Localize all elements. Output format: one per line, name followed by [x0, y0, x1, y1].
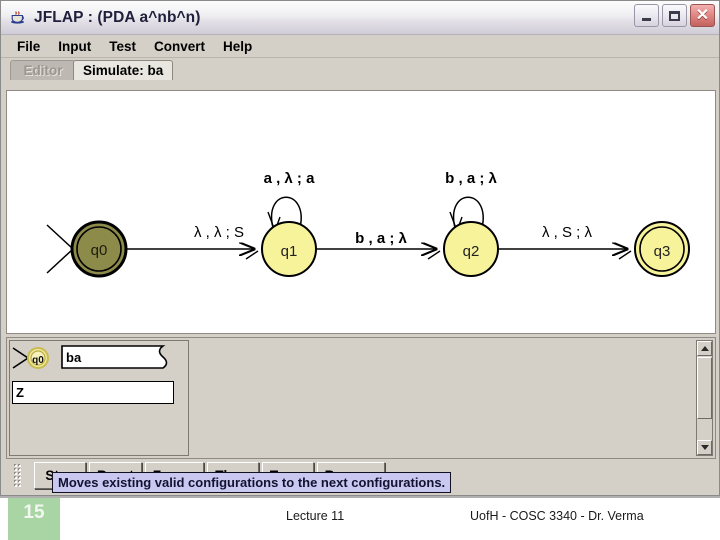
step-button-tooltip: Moves existing valid configurations to t… — [52, 472, 452, 493]
jflap-application-window: JFLAP : (PDA a^nb^n) ✕ File Input Test C… — [0, 0, 720, 496]
transition-q1-q2[interactable] — [312, 249, 441, 260]
close-icon: ✕ — [695, 6, 710, 24]
configuration-list[interactable]: q0 ba Z — [9, 340, 189, 456]
scroll-up-arrow-icon — [700, 346, 709, 351]
configuration-state-icon: q0 — [12, 347, 49, 369]
initial-state-arrow — [46, 224, 75, 274]
close-button[interactable]: ✕ — [690, 4, 715, 27]
minimize-button[interactable] — [634, 4, 659, 27]
java-cup-icon — [9, 9, 27, 27]
state-q2[interactable]: q2 — [443, 221, 499, 277]
configuration-stack: Z — [12, 381, 174, 404]
scroll-down-arrow-icon — [700, 445, 709, 450]
menu-item-file[interactable]: File — [8, 39, 49, 54]
menu-bar: File Input Test Convert Help — [1, 35, 719, 58]
menu-item-convert[interactable]: Convert — [145, 39, 214, 54]
footer-lecture-label: Lecture 11 — [286, 509, 345, 523]
toolbar-drag-handle[interactable] — [13, 463, 22, 488]
maximize-icon — [663, 5, 686, 26]
state-label-q3: q3 — [654, 243, 671, 260]
scrollbar-thumb[interactable] — [697, 357, 712, 419]
state-q3[interactable]: q3 — [634, 221, 690, 277]
automaton-canvas[interactable]: q0 q1 q2 q3 λ , λ ; S a , λ ; a b , a ; … — [6, 90, 716, 334]
configuration-state-label: q0 — [32, 355, 44, 366]
state-label-q0: q0 — [91, 242, 108, 259]
footer-divider — [0, 496, 720, 498]
tab-simulate[interactable]: Simulate: ba — [73, 60, 174, 80]
menu-item-input[interactable]: Input — [49, 39, 100, 54]
slide-footer: 15 Lecture 11 UofH - COSC 3340 - Dr. Ver… — [0, 496, 720, 540]
transition-q2-q3[interactable] — [494, 249, 632, 260]
menu-item-test[interactable]: Test — [100, 39, 145, 54]
tab-editor[interactable]: Editor — [10, 60, 76, 80]
transition-label-q1-self: a , λ ; a — [264, 170, 316, 187]
maximize-button[interactable] — [662, 4, 687, 27]
title-bar: JFLAP : (PDA a^nb^n) ✕ — [1, 1, 719, 35]
state-q1[interactable]: q1 — [261, 221, 317, 277]
tab-strip: Editor Simulate: ba — [1, 58, 719, 80]
transition-label-q2-self: b , a ; λ — [445, 170, 497, 187]
slide: JFLAP : (PDA a^nb^n) ✕ File Input Test C… — [0, 0, 720, 540]
window-title: JFLAP : (PDA a^nb^n) — [34, 8, 201, 26]
configuration-tape: ba — [61, 345, 168, 369]
automaton-graph: q0 q1 q2 q3 λ , λ ; S a , λ ; a b , a ; … — [46, 170, 690, 278]
minimize-icon — [635, 5, 658, 26]
configuration-scrollbar[interactable] — [696, 340, 713, 456]
window-controls: ✕ — [634, 4, 715, 27]
configuration-tape-text: ba — [66, 350, 82, 365]
state-q0[interactable]: q0 — [70, 220, 128, 278]
transition-label-q0-q1: λ , λ ; S — [194, 224, 244, 241]
state-label-q1: q1 — [281, 243, 298, 260]
configuration-item[interactable]: q0 ba Z — [12, 344, 186, 412]
transition-label-q1-q2: b , a ; λ — [355, 230, 407, 247]
scroll-up-button[interactable] — [697, 341, 712, 356]
scroll-down-button[interactable] — [697, 440, 712, 455]
state-label-q2: q2 — [463, 243, 480, 260]
footer-course-label: UofH - COSC 3340 - Dr. Verma — [470, 509, 644, 523]
transition-q0-q1[interactable] — [121, 249, 259, 260]
configuration-panel: q0 ba Z — [6, 337, 716, 459]
slide-number: 15 — [8, 498, 60, 540]
menu-item-help[interactable]: Help — [214, 39, 261, 54]
transition-label-q2-q3: λ , S ; λ — [542, 224, 593, 241]
